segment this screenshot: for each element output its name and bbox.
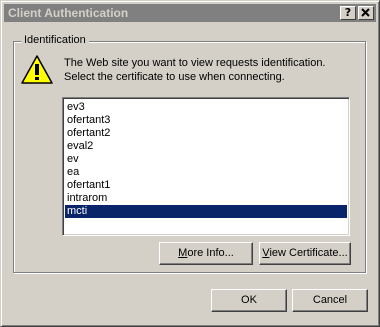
certificate-item[interactable]: ea <box>65 166 347 179</box>
close-x-glyph <box>361 8 370 17</box>
cancel-button[interactable]: Cancel <box>292 289 368 312</box>
warning-icon <box>21 55 53 84</box>
certificate-item[interactable]: ofertant2 <box>65 127 347 140</box>
help-icon[interactable]: ? <box>340 6 356 20</box>
certificate-item[interactable]: eval2 <box>65 140 347 153</box>
certificate-item[interactable]: ev3 <box>65 101 347 114</box>
more-info-label: ore Info... <box>187 247 234 259</box>
view-certificate-button[interactable]: View Certificate... <box>259 242 351 265</box>
more-info-button[interactable]: More Info... <box>159 242 253 265</box>
client-authentication-dialog: Client Authentication ? Identification T… <box>0 0 380 327</box>
certificate-item-selected[interactable]: mcti <box>65 205 347 218</box>
title-bar[interactable]: Client Authentication ? <box>4 4 376 22</box>
view-certificate-label: iew Certificate... <box>269 247 348 259</box>
window-title: Client Authentication <box>8 6 129 20</box>
message-line-2: Select the certificate to use when conne… <box>64 71 285 83</box>
certificate-list[interactable]: ev3 ofertant3 ofertant2 eval2 ev ea ofer… <box>62 97 350 236</box>
message-line-1: The Web site you want to view requests i… <box>64 57 326 69</box>
identification-message: The Web site you want to view requests i… <box>64 56 354 84</box>
close-icon[interactable] <box>358 6 374 20</box>
more-info-accel: M <box>178 247 188 259</box>
certificate-item[interactable]: ofertant1 <box>65 179 347 192</box>
certificate-item[interactable]: ev <box>65 153 347 166</box>
certificate-item[interactable]: intrarom <box>65 192 347 205</box>
certificate-item[interactable]: ofertant3 <box>65 114 347 127</box>
identification-label: Identification <box>21 34 89 46</box>
ok-button[interactable]: OK <box>211 289 287 312</box>
